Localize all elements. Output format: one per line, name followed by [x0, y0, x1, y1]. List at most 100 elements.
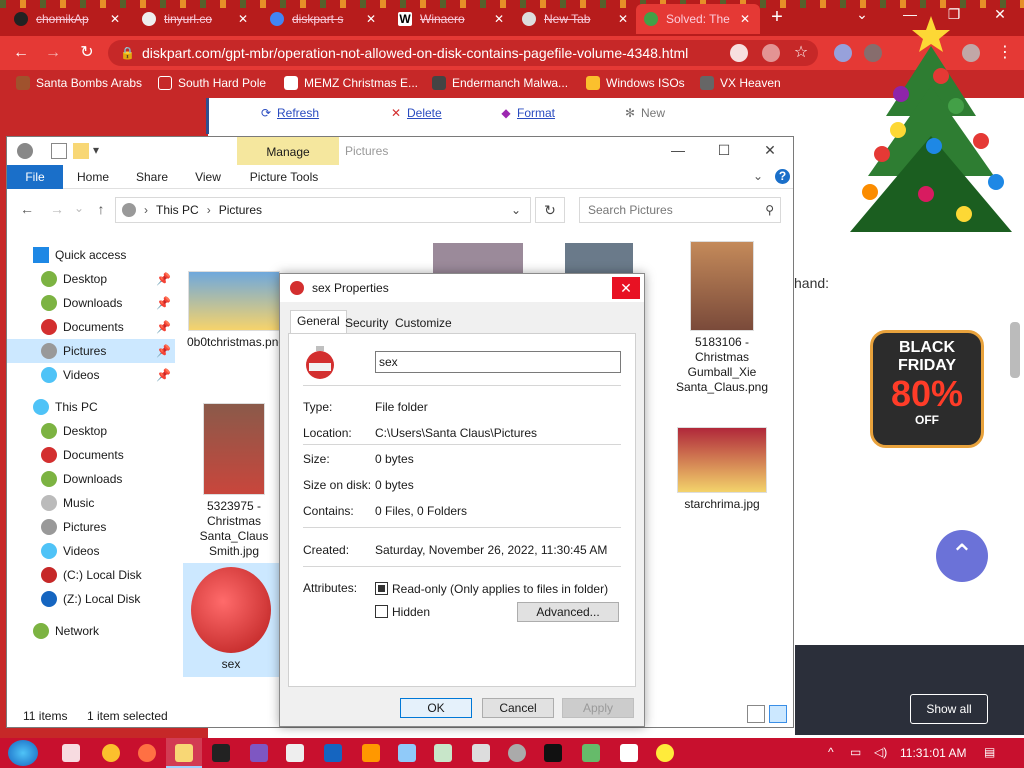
nav-pc-z-drive[interactable]: (Z:) Local Disk: [7, 587, 175, 611]
maximize-icon[interactable]: ☐: [701, 139, 747, 163]
file-item-selected[interactable]: sex: [183, 563, 279, 677]
bookmark-3[interactable]: MEMZ Christmas E...: [284, 76, 418, 90]
printer-icon[interactable]: [472, 744, 490, 762]
notepad-icon[interactable]: [582, 744, 600, 762]
breadcrumb-pictures[interactable]: Pictures: [219, 203, 262, 217]
7zip-icon[interactable]: [212, 744, 230, 762]
file-thumbnail[interactable]: [565, 243, 633, 273]
browser-tab-active[interactable]: Solved: The ✕: [636, 4, 760, 34]
visual-studio-icon[interactable]: [250, 744, 268, 762]
nav-quick-downloads[interactable]: Downloads 📌: [7, 291, 175, 315]
bookmark-5[interactable]: Windows ISOs: [586, 76, 685, 90]
ok-button[interactable]: OK: [400, 698, 472, 718]
close-icon[interactable]: ✕: [747, 139, 793, 163]
page-scrollbar[interactable]: [1010, 322, 1020, 378]
up-arrow-icon[interactable]: ↑: [93, 201, 109, 217]
breadcrumb-this-pc[interactable]: This PC: [156, 203, 199, 217]
app-icon[interactable]: [620, 744, 638, 762]
tab-close-icon[interactable]: ✕: [492, 12, 506, 26]
chevron-down-icon[interactable]: ▾: [93, 143, 109, 159]
advanced-button[interactable]: Advanced...: [517, 602, 619, 622]
tab-share[interactable]: Share: [131, 165, 173, 189]
nav-quick-desktop[interactable]: Desktop 📌: [7, 267, 175, 291]
powershell-icon[interactable]: [324, 744, 342, 762]
nav-pc-c-drive[interactable]: (C:) Local Disk: [7, 563, 175, 587]
tab-close-icon[interactable]: ✕: [236, 12, 250, 26]
large-icons-view-icon[interactable]: [769, 705, 787, 723]
minimize-icon[interactable]: —: [655, 139, 701, 163]
vlc-icon[interactable]: [362, 744, 380, 762]
nav-pc-videos[interactable]: Videos: [7, 539, 175, 563]
nav-pc-music[interactable]: Music: [7, 491, 175, 515]
black-friday-promo[interactable]: BLACK FRIDAY 80% OFF: [870, 330, 984, 448]
nav-quick-pictures[interactable]: Pictures 📌: [7, 339, 175, 363]
chevron-up-icon[interactable]: ^: [828, 745, 834, 759]
tab-close-icon[interactable]: ✕: [616, 12, 630, 26]
pin-icon[interactable]: 📌: [156, 272, 171, 286]
nav-this-pc[interactable]: This PC: [7, 395, 175, 419]
help-icon[interactable]: ?: [775, 169, 790, 184]
folder-name-input[interactable]: sex: [375, 351, 621, 373]
file-item[interactable]: starchrima.jpg: [675, 427, 769, 512]
forward-icon[interactable]: →: [42, 42, 64, 64]
search-input[interactable]: Search Pictures ⚲: [579, 197, 781, 223]
back-icon[interactable]: ←: [19, 201, 35, 217]
web-new-button[interactable]: ✻ New: [623, 106, 665, 120]
tab-security[interactable]: Security: [338, 312, 395, 332]
properties-quick-icon[interactable]: [51, 143, 67, 159]
breadcrumb[interactable]: › This PC › Pictures: [115, 197, 531, 223]
chevron-down-icon[interactable]: ⌄: [511, 203, 521, 217]
browser-tab-3[interactable]: diskpart s ✕: [262, 4, 386, 34]
google-icon[interactable]: [730, 44, 748, 62]
file-item[interactable]: 0b0tchristmas.png: [187, 271, 285, 350]
file-item[interactable]: 5323975 - Christmas Santa_Claus Smith.jp…: [187, 403, 281, 559]
nav-pc-downloads[interactable]: Downloads: [7, 467, 175, 491]
apply-button[interactable]: Apply: [562, 698, 634, 718]
cancel-button[interactable]: Cancel: [482, 698, 554, 718]
firefox-icon[interactable]: [138, 744, 156, 762]
new-folder-quick-icon[interactable]: [73, 143, 89, 159]
show-all-button[interactable]: Show all: [910, 694, 988, 724]
file-thumbnail[interactable]: [433, 243, 523, 273]
hidden-checkbox[interactable]: [375, 605, 388, 618]
tab-close-icon[interactable]: ✕: [364, 12, 378, 26]
app-icon[interactable]: [656, 744, 674, 762]
star-icon[interactable]: ☆: [790, 42, 812, 64]
close-button[interactable]: ✕: [612, 277, 640, 299]
tab-customize[interactable]: Customize: [388, 312, 459, 332]
nav-pc-desktop[interactable]: Desktop: [7, 419, 175, 443]
clock[interactable]: 11:31:01 AM: [900, 746, 967, 760]
refresh-icon[interactable]: ↻: [535, 197, 565, 223]
network-icon[interactable]: ▭: [850, 745, 861, 759]
notification-icon[interactable]: ▤: [984, 745, 995, 759]
explorer-app-icon[interactable]: [17, 143, 33, 159]
browser-tab-1[interactable]: chomikAp ✕: [6, 4, 130, 34]
readonly-checkbox[interactable]: [375, 582, 388, 595]
new-tab-button[interactable]: +: [766, 7, 788, 29]
browser-tab-2[interactable]: tinyurl.co ✕: [134, 4, 258, 34]
cmd-icon[interactable]: [544, 744, 562, 762]
tab-close-icon[interactable]: ✕: [738, 12, 752, 26]
web-refresh-button[interactable]: ⟳ Refresh: [259, 106, 319, 120]
tab-close-icon[interactable]: ✕: [108, 12, 122, 26]
nav-pc-pictures[interactable]: Pictures: [7, 515, 175, 539]
app-icon[interactable]: [398, 744, 416, 762]
share-icon[interactable]: [762, 44, 780, 62]
pin-icon[interactable]: 📌: [156, 320, 171, 334]
forward-icon[interactable]: →: [49, 201, 65, 217]
tab-file[interactable]: File: [7, 165, 63, 189]
chevron-down-icon[interactable]: ⌄: [753, 169, 763, 183]
pin-icon[interactable]: 📌: [156, 368, 171, 382]
browser-tab-5[interactable]: New Tab ✕: [514, 4, 638, 34]
tab-manage[interactable]: Manage: [237, 137, 339, 165]
nav-quick-access[interactable]: Quick access: [7, 243, 175, 267]
settings-icon[interactable]: [508, 744, 526, 762]
reload-icon[interactable]: ↻: [76, 42, 98, 64]
pin-icon[interactable]: 📌: [156, 296, 171, 310]
address-bar[interactable]: 🔒 diskpart.com/gpt-mbr/operation-not-all…: [108, 40, 818, 66]
nav-quick-videos[interactable]: Videos 📌: [7, 363, 175, 387]
window-icon[interactable]: [286, 744, 304, 762]
start-button[interactable]: [8, 740, 38, 766]
nav-network[interactable]: Network: [7, 619, 175, 643]
bookmark-6[interactable]: VX Heaven: [700, 76, 781, 90]
